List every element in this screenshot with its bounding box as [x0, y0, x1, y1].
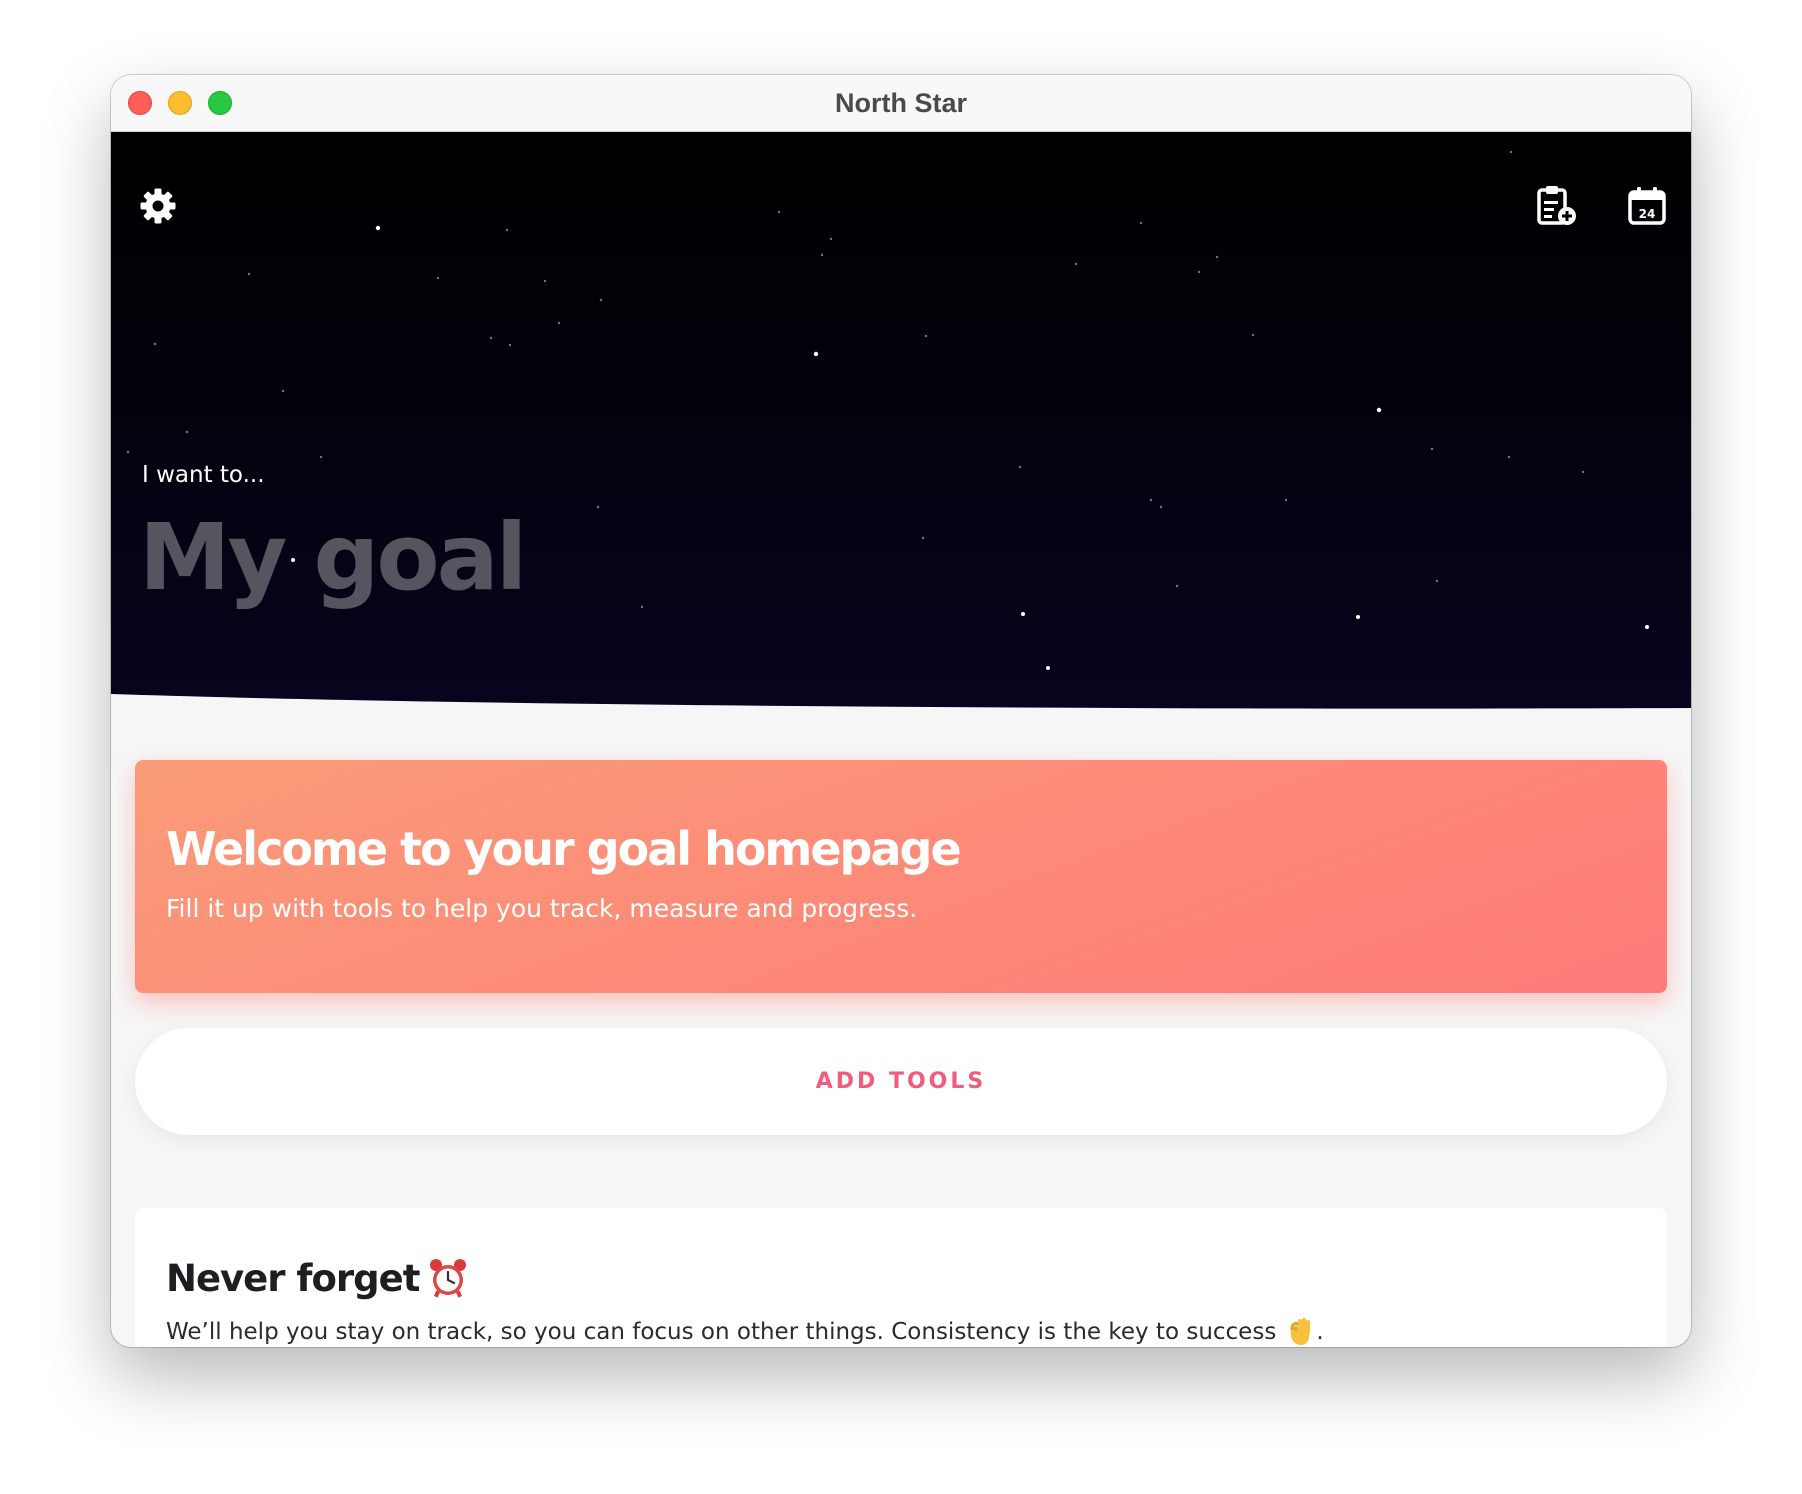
goal-prompt-label: I want to... [142, 462, 265, 488]
never-forget-heading: Never forget [166, 1253, 1636, 1303]
never-forget-text-end: . [1316, 1319, 1324, 1345]
settings-button[interactable] [134, 182, 182, 230]
calendar-icon: 24 [1628, 187, 1666, 225]
add-tools-button[interactable]: ADD TOOLS [135, 1028, 1667, 1135]
goal-input[interactable] [139, 497, 1039, 617]
calendar-button[interactable]: 24 [1623, 182, 1671, 230]
app-window: North Star 24 I want to... My goal Welco… [111, 75, 1691, 1347]
goal-hero: 24 I want to... [111, 132, 1691, 722]
clipboard-add-icon [1537, 186, 1576, 225]
never-forget-body: We’ll help you stay on track, so you can… [166, 1317, 1636, 1347]
window-title: North Star [834, 88, 967, 118]
gear-icon [140, 188, 176, 224]
welcome-card: Welcome to your goal homepage Fill it up… [135, 760, 1667, 993]
add-task-button[interactable] [1533, 182, 1581, 230]
calendar-day-number: 24 [1639, 207, 1656, 221]
title-bar: North Star [111, 75, 1691, 132]
never-forget-title: Never forget [166, 1256, 420, 1300]
ok-hand-icon [1290, 1318, 1311, 1345]
never-forget-card: Never forget We’ll help you stay on trac… [135, 1208, 1667, 1347]
welcome-subtitle: Fill it up with tools to help you track,… [166, 894, 918, 923]
starry-sky-background [111, 132, 1691, 709]
never-forget-text: We’ll help you stay on track, so you can… [166, 1319, 1277, 1345]
alarm-clock-icon [430, 1259, 467, 1298]
welcome-title: Welcome to your goal homepage [166, 822, 962, 876]
